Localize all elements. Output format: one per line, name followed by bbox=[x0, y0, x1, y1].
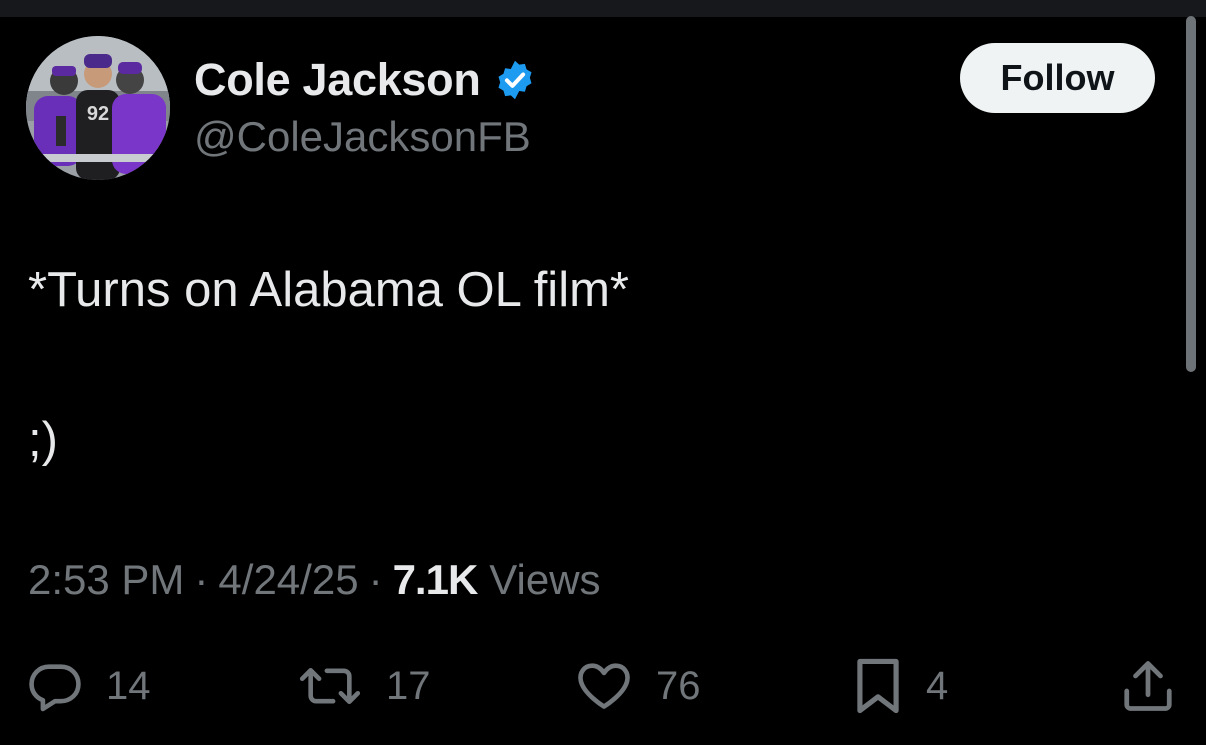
bookmark-count: 4 bbox=[926, 663, 949, 708]
tweet-text-line-1: *Turns on Alabama OL film* bbox=[28, 263, 629, 317]
avatar[interactable]: 92 bbox=[26, 36, 170, 180]
author-handle[interactable]: @ColeJacksonFB bbox=[194, 113, 531, 161]
avatar-photo: 92 bbox=[26, 36, 170, 180]
like-button[interactable]: 76 bbox=[574, 654, 701, 718]
share-button[interactable] bbox=[1118, 654, 1178, 718]
follow-button[interactable]: Follow bbox=[960, 43, 1155, 113]
heart-icon bbox=[578, 663, 630, 709]
share-icon bbox=[1124, 661, 1172, 711]
tweet-date[interactable]: 4/24/25 bbox=[218, 556, 358, 604]
bookmark-button[interactable]: 4 bbox=[852, 654, 948, 718]
scrollbar[interactable] bbox=[1186, 16, 1196, 372]
tweet-text-line-2: ;) bbox=[28, 413, 58, 467]
meta-separator: · bbox=[368, 556, 383, 603]
tweet-time[interactable]: 2:53 PM bbox=[28, 556, 184, 604]
like-count: 76 bbox=[656, 663, 701, 708]
jersey-number: 92 bbox=[87, 103, 109, 125]
retweet-count: 17 bbox=[386, 663, 431, 708]
tweet-meta: 2:53 PM · 4/24/25 · 7.1K Views bbox=[28, 556, 601, 604]
author-name-row: Cole Jackson bbox=[194, 52, 537, 108]
meta-separator: · bbox=[194, 556, 209, 603]
reply-button[interactable]: 14 bbox=[26, 654, 151, 718]
retweet-button[interactable]: 17 bbox=[296, 654, 431, 718]
views-count: 7.1K bbox=[392, 556, 479, 603]
views-label: Views bbox=[489, 556, 601, 603]
reply-icon bbox=[29, 664, 81, 712]
retweet-icon bbox=[299, 667, 361, 705]
verified-badge-icon[interactable] bbox=[493, 58, 537, 102]
bookmark-icon bbox=[857, 658, 899, 714]
top-bar bbox=[0, 0, 1206, 17]
reply-count: 14 bbox=[106, 663, 151, 708]
author-display-name[interactable]: Cole Jackson bbox=[194, 54, 481, 106]
